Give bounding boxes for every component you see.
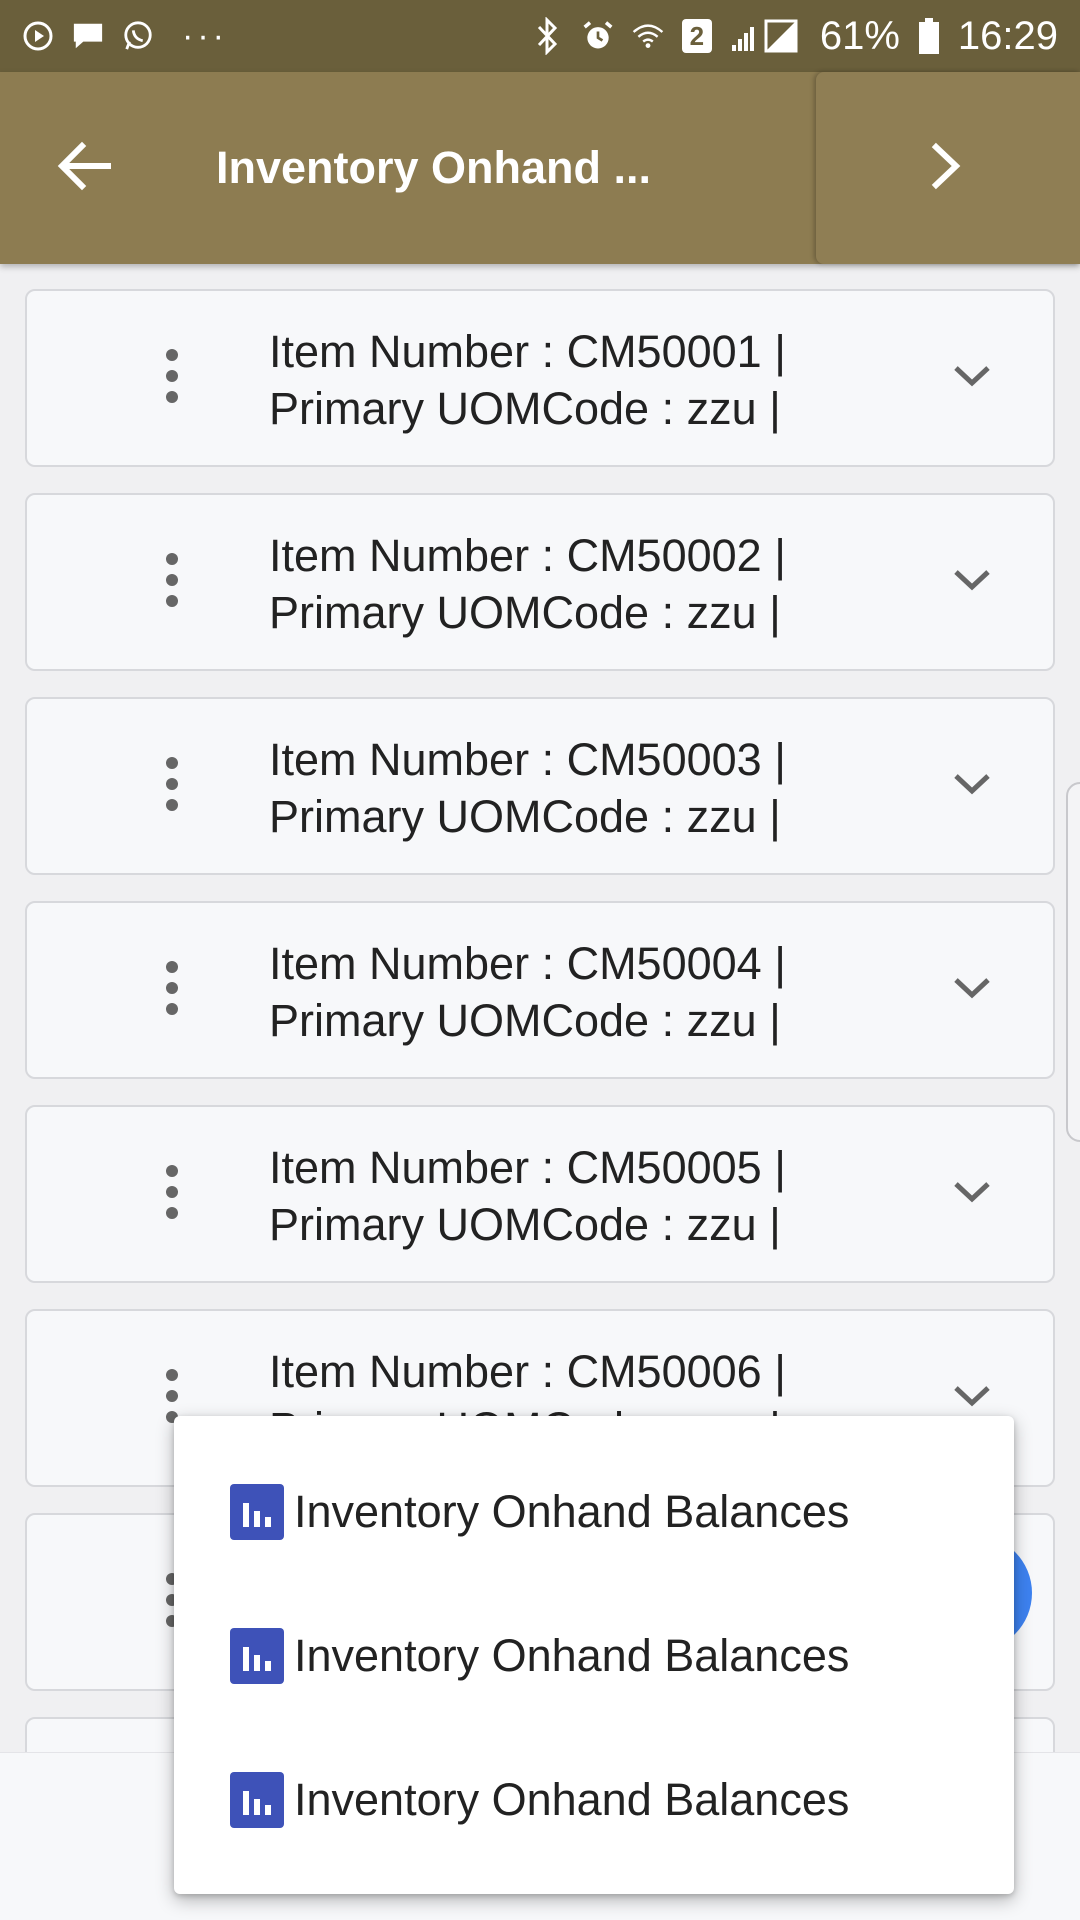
chevron-down-icon [952,976,992,1005]
status-bar-left: ··· [22,17,228,56]
arrow-left-icon [56,141,112,196]
item-number: Item Number : CM50003 | [269,734,786,785]
primary-uom-code: Primary UOMCode : zzu | [269,791,781,842]
more-options-button[interactable] [137,338,207,418]
list-item[interactable]: Item Number : CM50003 | Primary UOMCode … [25,697,1055,875]
expand-button[interactable] [942,552,1002,612]
options-menu: Inventory Onhand Balances Inventory Onha… [174,1416,1014,1894]
status-bar-right: 2 61% 16:29 [532,14,1058,59]
back-button[interactable] [48,132,120,204]
whatsapp-icon [122,20,154,52]
primary-uom-code: Primary UOMCode : zzu | [269,1199,781,1250]
more-options-button[interactable] [137,542,207,622]
more-options-button[interactable] [137,746,207,826]
expand-button[interactable] [942,756,1002,816]
page-title: Inventory Onhand ... [216,142,652,193]
sim-badge: 2 [681,19,712,53]
menu-item-label: Inventory Onhand Balances [294,1630,850,1681]
item-summary: Item Number : CM50003 | Primary UOMCode … [269,731,869,845]
chevron-down-icon [952,364,992,393]
item-number: Item Number : CM50004 | [269,938,786,989]
chevron-right-icon [928,141,964,196]
clock: 16:29 [957,13,1058,58]
menu-item-inventory-onhand-balances[interactable]: Inventory Onhand Balances [174,1596,1014,1716]
battery-icon [918,18,940,54]
alarm-icon [582,20,614,52]
chevron-down-icon [952,1180,992,1209]
kebab-menu-icon [165,348,179,409]
chevron-down-icon [952,568,992,597]
kebab-menu-icon [165,1164,179,1225]
menu-item-inventory-onhand-balances[interactable]: Inventory Onhand Balances [174,1740,1014,1860]
media-play-icon [22,20,54,52]
primary-uom-code: Primary UOMCode : zzu | [269,383,781,434]
kebab-menu-icon [165,960,179,1021]
more-notifications-indicator: ··· [182,16,228,55]
item-number: Item Number : CM50001 | [269,326,786,377]
chevron-down-icon [952,1384,992,1413]
message-icon [72,20,104,52]
menu-item-label: Inventory Onhand Balances [294,1774,850,1825]
next-button[interactable] [910,132,982,204]
bluetooth-icon [532,17,564,55]
chevron-down-icon [952,772,992,801]
kebab-menu-icon [165,552,179,613]
list-item[interactable]: Item Number : CM50005 | Primary UOMCode … [25,1105,1055,1283]
scroll-handle[interactable] [1066,782,1080,1142]
item-summary: Item Number : CM50001 | Primary UOMCode … [269,323,869,437]
primary-uom-code: Primary UOMCode : zzu | [269,587,781,638]
status-bar: ··· 2 61% 16:29 [0,0,1080,72]
more-options-button[interactable] [137,950,207,1030]
screen: ··· 2 61% 16:29 Inventory Onhand ... Ite… [0,0,1080,1920]
signal-icon [730,19,802,53]
more-options-button[interactable] [137,1154,207,1234]
list-item[interactable]: Item Number : CM50004 | Primary UOMCode … [25,901,1055,1079]
item-number: Item Number : CM50006 | [269,1346,786,1397]
bar-chart-icon [230,1772,284,1828]
kebab-menu-icon [165,756,179,817]
list-item[interactable]: Item Number : CM50002 | Primary UOMCode … [25,493,1055,671]
app-bar: Inventory Onhand ... [0,72,1080,264]
list-item[interactable]: Item Number : CM50001 | Primary UOMCode … [25,289,1055,467]
menu-item-inventory-onhand-balances[interactable]: Inventory Onhand Balances [174,1452,1014,1572]
expand-button[interactable] [942,960,1002,1020]
bar-chart-icon [230,1484,284,1540]
expand-button[interactable] [942,348,1002,408]
battery-percent: 61% [819,13,900,58]
item-number: Item Number : CM50002 | [269,530,786,581]
sim-badge-number: 2 [689,20,705,51]
item-summary: Item Number : CM50005 | Primary UOMCode … [269,1139,869,1253]
primary-uom-code: Primary UOMCode : zzu | [269,995,781,1046]
item-summary: Item Number : CM50004 | Primary UOMCode … [269,935,869,1049]
menu-item-label: Inventory Onhand Balances [294,1486,850,1537]
item-number: Item Number : CM50005 | [269,1142,786,1193]
expand-button[interactable] [942,1164,1002,1224]
wifi-icon [632,20,664,52]
bar-chart-icon [230,1628,284,1684]
item-summary: Item Number : CM50002 | Primary UOMCode … [269,527,869,641]
